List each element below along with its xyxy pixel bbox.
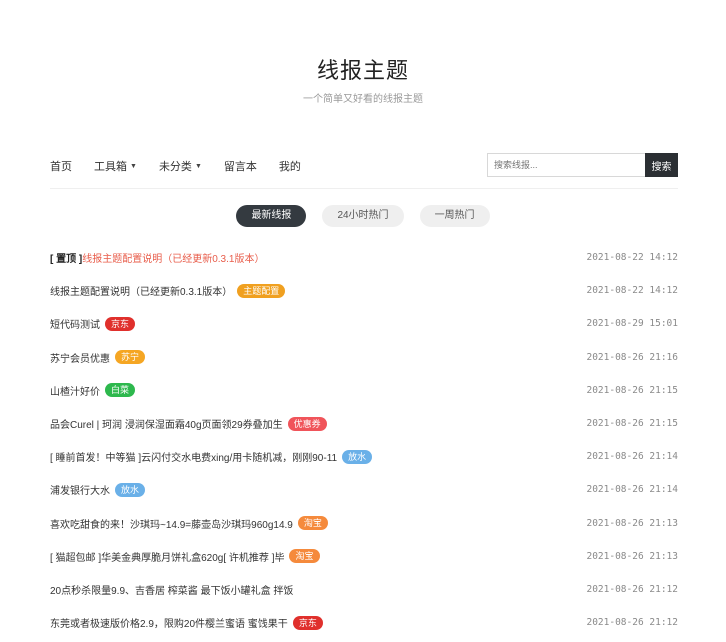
category-badge[interactable]: 白菜 (105, 383, 136, 398)
post-row[interactable]: 东莞或者极速版价格2.9，限购20件樱兰蜜语 蜜饯果干 京东 2021-08-26 … (50, 606, 678, 639)
post-row-main: 苏宁会员优惠 苏宁 (50, 350, 146, 365)
post-title-link[interactable]: 短代码测试 (50, 316, 100, 331)
navbar: 首页 工具箱 ▼ 未分类 ▼ 留言本 我的 搜索 (50, 153, 678, 179)
post-row-main: 东莞或者极速版价格2.9，限购20件樱兰蜜语 蜜饯果干 京东 (50, 615, 323, 630)
category-badge[interactable]: 苏宁 (115, 350, 146, 365)
category-badge[interactable]: 京东 (292, 615, 323, 630)
post-title-link[interactable]: 浦发银行大水 (50, 482, 110, 497)
post-row[interactable]: [ 置顶 ] 线报主题配置说明（已经更新0.3.1版本） 2021-08-22 14… (50, 241, 678, 274)
post-row-main: [ 睡前首发！中等猫 ]云闪付交水电费xing/用卡随机减，刚刚90-11 放水 (50, 449, 373, 464)
nav-item-guestbook[interactable]: 留言本 (224, 158, 257, 174)
site-header: 线报主题 一个简单又好看的线报主题 (0, 0, 726, 105)
post-row[interactable]: 山楂汁好价 白菜 2021-08-26 21:15 (50, 374, 678, 407)
nav-item-label: 首页 (50, 161, 72, 173)
caret-down-icon: ▼ (194, 162, 202, 170)
category-badge[interactable]: 淘宝 (297, 516, 328, 531)
post-row-main: 山楂汁好价 白菜 (50, 383, 136, 398)
search-input[interactable] (487, 153, 645, 177)
post-timestamp: 2021-08-26 21:14 (586, 484, 678, 496)
tab-bar: 最新线报 24小时热门 一周热门 (0, 205, 726, 227)
post-timestamp: 2021-08-26 21:15 (586, 418, 678, 430)
post-title-link[interactable]: 线报主题配置说明（已经更新0.3.1版本） (82, 250, 264, 265)
post-timestamp: 2021-08-26 21:12 (586, 583, 678, 595)
post-title-link[interactable]: 线报主题配置说明（已经更新0.3.1版本） (50, 283, 232, 298)
category-badge[interactable]: 主题配置 (237, 283, 286, 298)
post-row-main: 短代码测试 京东 (50, 316, 136, 331)
post-timestamp: 2021-08-22 14:12 (586, 285, 678, 297)
post-title-link[interactable]: 20点秒杀限量9.9、吉香居 榨菜酱 最下饭小罐礼盒 拌饭 (50, 582, 293, 597)
nav-item-uncategorized[interactable]: 未分类 ▼ (159, 158, 202, 174)
post-row[interactable]: 喜欢吃甜食的来！沙琪玛~14.9=藤壶岛沙琪玛960g14.9 淘宝 2021-08… (50, 507, 678, 540)
divider (50, 188, 678, 189)
post-title-link[interactable]: 东莞或者极速版价格2.9，限购20件樱兰蜜语 蜜饯果干 (50, 615, 288, 630)
post-row-main: 线报主题配置说明（已经更新0.3.1版本） 主题配置 (50, 283, 286, 298)
nav-item-label: 留言本 (223, 161, 257, 173)
post-title-link[interactable]: 喜欢吃甜食的来！沙琪玛~14.9=藤壶岛沙琪玛960g14.9 (50, 516, 293, 531)
post-timestamp: 2021-08-26 21:12 (586, 617, 678, 629)
post-row-main: [ 置顶 ] 线报主题配置说明（已经更新0.3.1版本） (50, 250, 264, 265)
post-timestamp: 2021-08-26 21:14 (586, 451, 678, 463)
search-form: 搜索 (487, 153, 678, 177)
site-title[interactable]: 线报主题 (0, 56, 726, 86)
post-title-link[interactable]: 苏宁会员优惠 (50, 350, 110, 365)
post-row-main: 品会Curel | 珂润 浸润保湿面霜40g页面领29券叠加生 优惠券 (50, 416, 327, 431)
post-row-main: 20点秒杀限量9.9、吉香居 榨菜酱 最下饭小罐礼盒 拌饭 (50, 582, 293, 597)
post-row[interactable]: 20点秒杀限量9.9、吉香居 榨菜酱 最下饭小罐礼盒 拌饭 2021-08-26 … (50, 573, 678, 606)
category-badge[interactable]: 放水 (115, 482, 146, 497)
nav-item-home[interactable]: 首页 (50, 158, 72, 174)
nav-item-mine[interactable]: 我的 (279, 158, 301, 174)
post-row-main: [ 猫超包邮 ]华美金典厚脆月饼礼盒620g[ 许机推荐 ]毕 淘宝 (50, 549, 320, 564)
post-row[interactable]: [ 睡前首发！中等猫 ]云闪付交水电费xing/用卡随机减，刚刚90-11 放水 2… (50, 440, 678, 473)
post-row-main: 浦发银行大水 放水 (50, 482, 146, 497)
post-row[interactable]: 品会Curel | 珂润 浸润保湿面霜40g页面领29券叠加生 优惠券 2021-0… (50, 407, 678, 440)
category-badge[interactable]: 放水 (342, 449, 373, 464)
tab-week-hot[interactable]: 一周热门 (419, 205, 490, 227)
tab-24h-hot[interactable]: 24小时热门 (322, 205, 404, 227)
post-row[interactable]: 线报主题配置说明（已经更新0.3.1版本） 主题配置 2021-08-22 14:1… (50, 274, 678, 307)
site-subtitle: 一个简单又好看的线报主题 (303, 94, 423, 105)
nav-item-label: 我的 (278, 161, 301, 173)
post-list: [ 置顶 ] 线报主题配置说明（已经更新0.3.1版本） 2021-08-22 14… (50, 241, 678, 639)
category-badge[interactable]: 淘宝 (289, 549, 320, 564)
post-row[interactable]: 浦发银行大水 放水 2021-08-26 21:14 (50, 473, 678, 506)
post-title-link[interactable]: 品会Curel | 珂润 浸润保湿面霜40g页面领29券叠加生 (50, 416, 283, 431)
post-row[interactable]: 短代码测试 京东 2021-08-29 15:01 (50, 307, 678, 340)
post-timestamp: 2021-08-22 14:12 (586, 252, 678, 264)
post-timestamp: 2021-08-29 15:01 (586, 318, 678, 330)
pinned-label: [ 置顶 ] (50, 254, 83, 266)
post-row[interactable]: [ 猫超包邮 ]华美金典厚脆月饼礼盒620g[ 许机推荐 ]毕 淘宝 2021-08… (50, 540, 678, 573)
post-title-link[interactable]: [ 猫超包邮 ]华美金典厚脆月饼礼盒620g[ 许机推荐 ]毕 (50, 549, 284, 564)
nav-menu: 首页 工具箱 ▼ 未分类 ▼ 留言本 我的 (50, 158, 323, 174)
category-badge[interactable]: 优惠券 (287, 416, 327, 431)
post-title-link[interactable]: 山楂汁好价 (50, 383, 100, 398)
post-title-link[interactable]: [ 睡前首发！中等猫 ]云闪付交水电费xing/用卡随机减，刚刚90-11 (50, 449, 337, 464)
search-button[interactable]: 搜索 (645, 153, 678, 177)
post-timestamp: 2021-08-26 21:16 (586, 351, 678, 363)
tab-latest[interactable]: 最新线报 (236, 205, 307, 227)
nav-item-toolbox[interactable]: 工具箱 ▼ (94, 158, 137, 174)
nav-item-label: 未分类 (158, 161, 192, 173)
caret-down-icon: ▼ (130, 162, 137, 170)
post-timestamp: 2021-08-26 21:15 (586, 384, 678, 396)
post-timestamp: 2021-08-26 21:13 (586, 517, 678, 529)
post-timestamp: 2021-08-26 21:13 (586, 550, 678, 562)
post-row-main: 喜欢吃甜食的来！沙琪玛~14.9=藤壶岛沙琪玛960g14.9 淘宝 (50, 516, 328, 531)
nav-item-label: 工具箱 (94, 161, 127, 173)
post-row[interactable]: 苏宁会员优惠 苏宁 2021-08-26 21:16 (50, 341, 678, 374)
category-badge[interactable]: 京东 (105, 316, 136, 331)
